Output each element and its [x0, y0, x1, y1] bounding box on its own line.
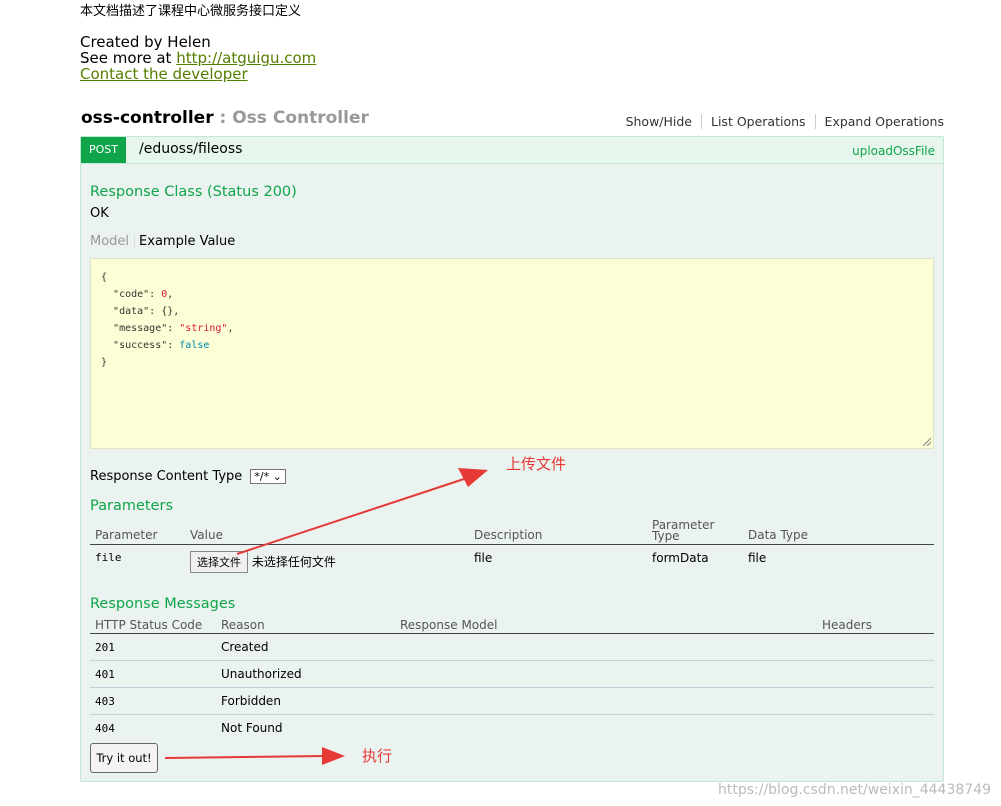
annotation-execute: 执行: [362, 747, 393, 765]
param-header-value: Value: [185, 520, 469, 545]
resource-heading: oss-controller : Oss Controller Show/Hid…: [81, 108, 944, 132]
status-reason: Unauthorized: [216, 660, 395, 688]
operation-path[interactable]: /eduoss/fileoss: [139, 141, 242, 157]
example-value-box[interactable]: { "code": 0, "data": {}, "message": "str…: [90, 258, 934, 449]
param-header-type: Parameter Type: [647, 519, 743, 545]
example-json: { "code": 0, "data": {}, "message": "str…: [101, 272, 234, 368]
response-class-value: OK: [90, 206, 109, 221]
response-content-type-select[interactable]: */* ⌄: [250, 469, 286, 484]
response-class-title: Response Class (Status 200): [90, 184, 297, 200]
resize-grip-icon[interactable]: [923, 438, 931, 446]
parameters-table: Parameter Value Description Parameter Ty…: [90, 519, 934, 580]
response-content-type-label: Response Content Type: [90, 469, 243, 484]
created-by: Created by Helen: [80, 33, 211, 51]
model-tabs: Model Example Value: [90, 234, 235, 249]
expand-operations-link[interactable]: Expand Operations: [814, 114, 944, 129]
table-row: 401 Unauthorized: [90, 660, 934, 688]
resp-header-reason: Reason: [216, 618, 395, 634]
contact-developer-link[interactable]: Contact the developer: [80, 65, 248, 83]
annotation-upload-file: 上传文件: [506, 455, 567, 473]
list-operations-link[interactable]: List Operations: [701, 114, 815, 129]
param-type: formData: [652, 551, 709, 565]
table-row: 404 Not Found: [90, 715, 934, 742]
try-it-out-button[interactable]: Try it out!: [90, 743, 158, 773]
operation-header[interactable]: POST /eduoss/fileoss uploadOssFile: [81, 137, 943, 164]
resource-links: Show/Hide List Operations Expand Operation…: [617, 114, 944, 129]
see-more: See more at http://atguigu.com: [80, 50, 316, 66]
operation-nickname[interactable]: uploadOssFile: [852, 144, 935, 158]
param-header-data-type: Data Type: [743, 520, 934, 545]
status-code: 401: [90, 660, 216, 688]
show-hide-link[interactable]: Show/Hide: [617, 114, 701, 129]
response-content-type: Response Content Type */* ⌄: [90, 469, 286, 484]
api-info: Created by Helen See more at http://atgu…: [80, 34, 316, 82]
status-reason: Created: [216, 633, 395, 661]
no-file-chosen: 未选择任何文件: [251, 555, 336, 569]
resp-header-headers: Headers: [817, 618, 934, 634]
tab-model[interactable]: Model: [90, 234, 136, 249]
tab-example-value[interactable]: Example Value: [135, 234, 235, 249]
http-method-badge[interactable]: POST: [81, 137, 126, 163]
table-row: 201 Created: [90, 633, 934, 661]
table-row: file 选择文件 未选择任何文件 file formData file: [90, 545, 934, 580]
param-header-description: Description: [469, 520, 647, 545]
response-messages-title: Response Messages: [90, 596, 236, 612]
watermark: https://blog.csdn.net/weixin_44438749: [717, 782, 991, 798]
api-description: 本文档描述了课程中心微服务接口定义: [80, 4, 302, 19]
status-code: 403: [90, 687, 216, 715]
table-row: 403 Forbidden: [90, 687, 934, 715]
parameters-title: Parameters: [90, 498, 173, 514]
chevron-down-icon: ⌄: [272, 470, 282, 483]
resp-header-code: HTTP Status Code: [90, 618, 216, 634]
param-name: file: [95, 551, 122, 564]
resource-description: Oss Controller: [232, 108, 369, 128]
param-description: file: [474, 551, 493, 565]
resource-title[interactable]: oss-controller : Oss Controller: [81, 108, 369, 128]
choose-file-button[interactable]: 选择文件: [190, 551, 248, 573]
response-messages-table: HTTP Status Code Reason Response Model H…: [90, 618, 934, 741]
resp-header-model: Response Model: [395, 618, 817, 634]
param-data-type: file: [748, 551, 767, 565]
param-header-parameter: Parameter: [90, 520, 185, 545]
status-reason: Forbidden: [216, 687, 395, 715]
resource-separator: :: [213, 108, 233, 128]
resource-name[interactable]: oss-controller: [81, 108, 214, 128]
status-reason: Not Found: [221, 721, 283, 735]
param-value: 选择文件 未选择任何文件: [185, 545, 469, 580]
status-code: 404: [95, 721, 115, 735]
status-code: 201: [90, 633, 216, 661]
